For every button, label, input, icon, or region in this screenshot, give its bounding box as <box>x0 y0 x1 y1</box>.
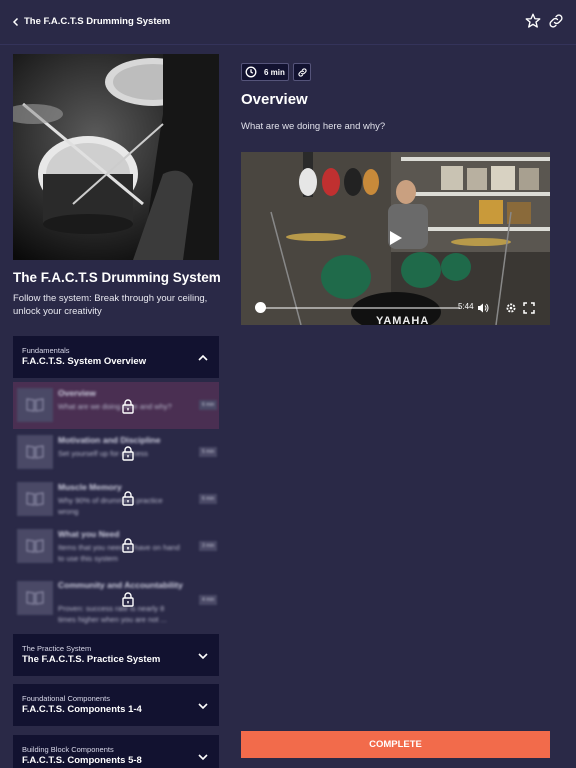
lesson-duration: 6 min <box>199 400 218 410</box>
lock-icon <box>121 490 135 506</box>
drum-brand-text: YAMAHA <box>376 315 429 325</box>
lesson-duration: 4 min <box>199 595 218 605</box>
settings-icon[interactable] <box>505 301 517 319</box>
scrubber-handle[interactable] <box>255 302 266 313</box>
section-name: F.A.C.T.S. System Overview <box>22 356 147 367</box>
complete-button[interactable]: COMPLETE <box>241 731 550 758</box>
chevron-up-icon <box>197 351 209 363</box>
course-subtitle: Follow the system: Break through your ce… <box>13 293 208 317</box>
lesson-item[interactable]: What you Need Items that you need to hav… <box>13 523 219 571</box>
section-header-practice-system[interactable]: The Practice System The F.A.C.T.S. Pract… <box>13 634 219 676</box>
lesson-title: Motivation and Discipline <box>58 435 161 445</box>
book-icon <box>17 435 53 469</box>
link-icon <box>297 67 308 78</box>
course-hero-image <box>13 54 219 260</box>
duration-pill: 6 min <box>241 63 289 81</box>
book-icon <box>17 529 53 563</box>
lesson-item[interactable]: Overview What are we doing here and why?… <box>13 382 219 430</box>
section-name: F.A.C.T.S. Components 1-4 <box>22 704 142 715</box>
lock-icon <box>121 398 135 414</box>
lesson-subheading: What are we doing here and why? <box>241 121 386 132</box>
chevron-down-icon <box>197 750 209 762</box>
back-icon[interactable] <box>8 14 24 30</box>
play-icon[interactable] <box>389 230 403 251</box>
lesson-item[interactable]: Motivation and Discipline Set yourself u… <box>13 429 219 477</box>
book-icon <box>17 482 53 516</box>
video-player[interactable]: YAMAHA 5:44 <box>241 152 550 325</box>
video-scrubber[interactable] <box>260 307 460 309</box>
section-header-building-block[interactable]: Building Block Components F.A.C.T.S. Com… <box>13 735 219 768</box>
lesson-heading: Overview <box>241 91 308 108</box>
duration-label: 6 min <box>264 67 285 77</box>
clock-icon <box>245 66 257 78</box>
copy-link-button[interactable] <box>293 63 311 81</box>
star-icon[interactable] <box>524 12 542 30</box>
lesson-duration: 3 min <box>199 541 218 551</box>
course-title: The F.A.C.T.S Drumming System <box>13 270 221 285</box>
chevron-down-icon <box>197 649 209 661</box>
lesson-item[interactable]: Muscle Memory Why 90% of drummers practi… <box>13 476 219 524</box>
course-hero <box>13 54 219 260</box>
link-icon[interactable] <box>547 12 565 30</box>
lock-icon <box>121 591 135 607</box>
section-name: F.A.C.T.S. Components 5-8 <box>22 755 142 766</box>
section-eyebrow: The Practice System <box>22 644 92 653</box>
section-header-foundational[interactable]: Foundational Components F.A.C.T.S. Compo… <box>13 684 219 726</box>
section-name: The F.A.C.T.S. Practice System <box>22 654 161 665</box>
chevron-down-icon <box>197 699 209 711</box>
book-icon <box>17 388 53 422</box>
section-eyebrow: Foundational Components <box>22 694 110 703</box>
section-header-fundamentals[interactable]: Fundamentals F.A.C.T.S. System Overview <box>13 336 219 378</box>
book-icon <box>17 581 53 615</box>
page-title: The F.A.C.T.S Drumming System <box>24 16 171 27</box>
video-time: 5:44 <box>458 302 474 311</box>
lesson-item[interactable]: Community and Accountability Proven: suc… <box>13 573 219 629</box>
lesson-duration: 5 min <box>199 447 218 457</box>
lesson-title: Overview <box>58 388 96 398</box>
volume-icon[interactable] <box>477 301 489 319</box>
top-bar: The F.A.C.T.S Drumming System <box>0 0 576 45</box>
lesson-duration: 6 min <box>199 494 218 504</box>
section-eyebrow: Fundamentals <box>22 346 70 355</box>
fullscreen-icon[interactable] <box>523 301 535 319</box>
lock-icon <box>121 537 135 553</box>
section-eyebrow: Building Block Components <box>22 745 114 754</box>
lock-icon <box>121 445 135 461</box>
